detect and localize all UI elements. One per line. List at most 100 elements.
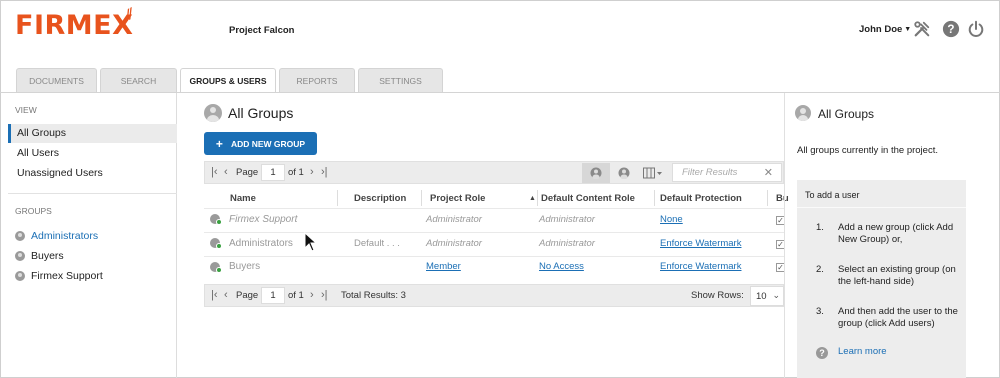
sidebar: VIEW All Groups All Users Unassigned Use… <box>0 93 177 378</box>
tab-settings[interactable]: SETTINGS <box>358 68 443 92</box>
prev-page-icon[interactable]: ‹ <box>224 289 228 301</box>
group-active-icon <box>210 214 222 226</box>
row-protection-link[interactable]: None <box>660 214 683 225</box>
tab-documents[interactable]: DOCUMENTS <box>16 68 97 92</box>
group-icon <box>15 251 25 261</box>
sidebar-group-buyers[interactable]: Buyers <box>15 250 64 262</box>
help-box-divider <box>797 207 966 208</box>
col-separator <box>337 190 338 206</box>
row-name[interactable]: Administrators <box>229 238 293 249</box>
tab-reports[interactable]: REPORTS <box>279 68 355 92</box>
col-header-description[interactable]: Description <box>354 193 406 204</box>
users-view-button[interactable] <box>610 163 638 183</box>
main-tabs: DOCUMENTS SEARCH GROUPS & USERS REPORTS … <box>16 68 446 93</box>
row-protection-link[interactable]: Enforce Watermark <box>660 238 741 249</box>
power-icon[interactable] <box>967 20 985 38</box>
col-header-name[interactable]: Name <box>230 193 256 204</box>
page-count: of 1 <box>288 290 304 301</box>
col-header-default-protection[interactable]: Default Protection <box>660 193 742 204</box>
row-content-role-link[interactable]: No Access <box>539 261 584 272</box>
show-rows-select[interactable]: 10 ⌄ <box>750 286 784 306</box>
group-active-icon <box>210 262 222 274</box>
row-project-role-link[interactable]: Member <box>426 261 461 272</box>
chevron-down-icon: ⌄ <box>772 290 780 300</box>
group-label: Administrators <box>31 230 99 242</box>
step-number: 2. <box>816 264 824 275</box>
step-number: 1. <box>816 222 824 233</box>
columns-menu-button[interactable] <box>639 163 667 183</box>
columns-icon <box>643 167 662 179</box>
col-separator <box>421 190 422 206</box>
user-view-icon <box>618 167 630 179</box>
sidebar-item-all-groups[interactable]: All Groups <box>8 124 177 143</box>
step-text: And then add the user to the group (clic… <box>838 306 958 329</box>
filter-placeholder: Filter Results <box>682 167 738 178</box>
add-new-group-label: ADD NEW GROUP <box>230 138 306 149</box>
row-content-role: Administrator <box>539 214 595 225</box>
page-count: of 1 <box>288 167 304 178</box>
next-page-icon[interactable]: › <box>310 166 314 178</box>
first-page-icon[interactable]: |‹ <box>211 166 218 178</box>
step-number: 3. <box>816 306 824 317</box>
user-menu[interactable]: John Doe ▼ <box>859 24 911 35</box>
learn-more-link[interactable]: Learn more <box>838 346 887 357</box>
help-icon[interactable]: ? <box>942 20 960 38</box>
row-content-role: Administrator <box>539 238 595 249</box>
firmex-logo[interactable]: FIRMEX ⁄⁄ <box>15 7 136 41</box>
tools-icon[interactable] <box>913 20 931 38</box>
mouse-cursor-icon <box>304 232 318 252</box>
svg-text:?: ? <box>947 23 954 36</box>
row-protection-link[interactable]: Enforce Watermark <box>660 261 741 272</box>
page-label: Page <box>236 167 259 178</box>
groups-view-button[interactable] <box>582 163 610 183</box>
plus-icon: + <box>215 136 223 151</box>
show-rows-value: 10 <box>756 291 767 302</box>
header-rule <box>204 208 784 209</box>
group-icon <box>15 231 25 241</box>
sidebar-group-firmex-support[interactable]: Firmex Support <box>15 270 103 282</box>
row-project-role: Administrator <box>426 238 482 249</box>
prev-page-icon[interactable]: ‹ <box>224 166 228 178</box>
help-box-title: To add a user <box>805 190 860 200</box>
sidebar-divider <box>8 193 177 194</box>
row-project-role: Administrator <box>426 214 482 225</box>
last-page-icon[interactable]: ›| <box>321 289 328 301</box>
clear-filter-icon[interactable]: ✕ <box>764 166 773 179</box>
group-active-icon <box>210 238 222 250</box>
sidebar-group-administrators[interactable]: Administrators <box>15 230 98 242</box>
page-number-input[interactable]: 1 <box>261 164 285 181</box>
view-heading: VIEW <box>15 105 37 115</box>
show-rows-label: Show Rows: <box>691 290 744 301</box>
col-separator <box>767 190 768 206</box>
next-page-icon[interactable]: › <box>310 289 314 301</box>
help-panel-title: All Groups <box>818 107 875 121</box>
col-separator <box>654 190 655 206</box>
group-icon <box>15 271 25 281</box>
caret-down-icon: ▼ <box>904 26 912 33</box>
col-header-project-role[interactable]: Project Role <box>430 193 485 204</box>
total-results: Total Results: 3 <box>341 290 406 301</box>
group-avatar-icon <box>795 105 811 121</box>
page-number-input[interactable]: 1 <box>261 287 285 304</box>
group-avatar-icon <box>204 104 222 122</box>
step-text: Select an existing group (on the left-ha… <box>838 264 956 287</box>
project-name: Project Falcon <box>229 25 295 36</box>
add-new-group-button[interactable]: + ADD NEW GROUP <box>204 132 317 155</box>
sort-asc-icon[interactable]: ▲ <box>529 195 536 202</box>
row-divider <box>204 256 784 257</box>
tab-groups-users[interactable]: GROUPS & USERS <box>180 68 276 93</box>
page-label: Page <box>236 290 259 301</box>
row-name[interactable]: Buyers <box>229 261 260 272</box>
filter-results-input[interactable]: Filter Results ✕ <box>672 163 782 182</box>
tab-search[interactable]: SEARCH <box>100 68 177 92</box>
col-header-default-content-role[interactable]: Default Content Role <box>541 193 635 204</box>
row-name[interactable]: Firmex Support <box>229 214 297 225</box>
user-name: John Doe <box>859 24 903 35</box>
first-page-icon[interactable]: |‹ <box>211 289 218 301</box>
last-page-icon[interactable]: ›| <box>321 166 328 178</box>
group-view-icon <box>590 167 602 179</box>
col-separator <box>537 190 538 206</box>
sidebar-item-all-users[interactable]: All Users <box>8 144 177 163</box>
sidebar-item-unassigned-users[interactable]: Unassigned Users <box>8 164 177 183</box>
step-text: Add a new group (click Add New Group) or… <box>838 222 954 245</box>
